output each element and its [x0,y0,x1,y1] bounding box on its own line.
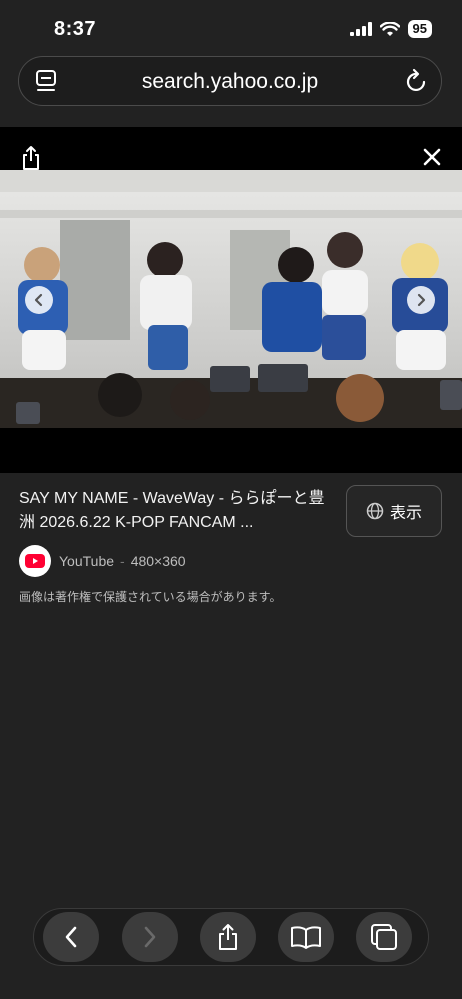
copyright-notice: 画像は著作権で保護されている場合があります。 [19,590,282,604]
source-name: YouTube [59,553,115,569]
result-image[interactable] [0,170,462,428]
image-dimensions: 480×360 [130,553,186,569]
status-icons: 95 [349,20,432,38]
chevron-left-icon [34,293,43,307]
status-time: 8:37 [54,18,97,40]
bookmarks-icon [291,926,321,949]
bookmarks-button[interactable] [278,912,334,962]
prev-image-button[interactable] [25,286,53,314]
back-icon [65,926,77,948]
url-bar[interactable]: search.yahoo.co.jp [18,56,442,106]
reload-icon[interactable] [405,68,429,94]
forward-button[interactable] [122,912,178,962]
source-separator: - [120,553,125,569]
status-bar: 8:37 95 [0,0,462,56]
url-text[interactable]: search.yahoo.co.jp [19,70,441,94]
signal-icon [349,22,372,36]
result-title[interactable]: SAY MY NAME - WaveWay - ららぽーと豊洲 2026.6.2… [19,487,329,535]
bottom-toolbar [33,908,429,966]
forward-icon [144,926,156,948]
concert-photo [0,170,462,428]
share-icon [219,924,237,950]
globe-icon [366,502,384,520]
tab-switcher-icon [371,924,397,950]
youtube-icon [19,545,51,577]
back-button[interactable] [43,912,99,962]
share-button[interactable] [200,912,256,962]
share-icon[interactable] [20,145,42,171]
tab-switcher-button[interactable] [356,912,412,962]
next-image-button[interactable] [407,286,435,314]
close-icon[interactable] [422,147,442,167]
image-viewer [0,127,462,473]
chevron-right-icon [417,293,426,307]
view-button[interactable]: 表示 [346,485,442,537]
view-button-label: 表示 [389,505,422,522]
battery-indicator: 95 [407,20,432,38]
source-row: YouTube - 480×360 [19,545,186,577]
wifi-icon [379,21,400,36]
